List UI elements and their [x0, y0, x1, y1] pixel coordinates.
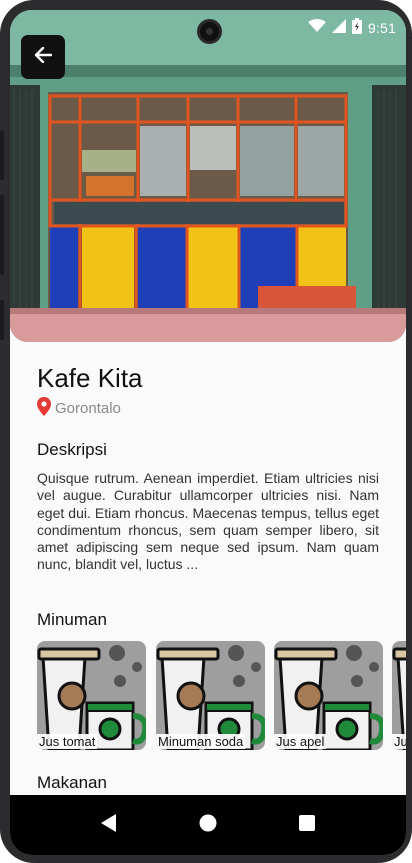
drink-label: Jus tomat: [37, 734, 98, 749]
drink-card[interactable]: Minuman soda: [156, 641, 265, 750]
arrow-left-icon: [34, 46, 53, 68]
volume-button: [0, 195, 4, 275]
status-time: 9:51: [367, 20, 396, 36]
status-bar: 9:51: [307, 18, 396, 38]
signal-icon: [331, 19, 346, 37]
front-camera: [197, 19, 222, 44]
description-text: Quisque rutrum. Aenean imperdiet. Etiam …: [37, 470, 379, 573]
screen: 9:51 Kafe Kita Gorontalo Deskripsi Quisq…: [10, 10, 406, 855]
drink-card[interactable]: Jus tomat: [37, 641, 146, 750]
drinks-list[interactable]: Jus tomat Minuman soda Jus apel Ju: [37, 641, 406, 751]
power-button: [0, 300, 4, 340]
system-navigation-bar: [10, 795, 406, 855]
drinks-heading: Minuman: [37, 610, 107, 629]
food-heading: Makanan: [37, 773, 107, 792]
location-label: Gorontalo: [55, 400, 121, 417]
nav-back-button[interactable]: [94, 810, 124, 840]
wifi-icon: [307, 19, 326, 37]
nav-recents-button[interactable]: [292, 810, 322, 840]
drink-card[interactable]: Jus apel: [274, 641, 383, 750]
nav-home-button[interactable]: [193, 810, 223, 840]
drink-card[interactable]: Ju: [392, 641, 406, 750]
volume-button: [0, 130, 4, 180]
location-row: Gorontalo: [37, 397, 121, 420]
phone-frame: 9:51 Kafe Kita Gorontalo Deskripsi Quisq…: [0, 0, 412, 863]
battery-icon: [351, 18, 362, 38]
drink-label: Ju: [392, 734, 406, 749]
place-title: Kafe Kita: [37, 363, 143, 393]
description-heading: Deskripsi: [37, 440, 107, 459]
drink-label: Minuman soda: [156, 734, 246, 749]
back-button[interactable]: [21, 35, 65, 79]
triangle-back-icon: [101, 813, 117, 837]
location-pin-icon: [37, 397, 51, 420]
square-recents-icon: [298, 814, 315, 836]
circle-home-icon: [199, 814, 217, 837]
hero-image: [10, 10, 406, 342]
drink-label: Jus apel: [274, 734, 327, 749]
